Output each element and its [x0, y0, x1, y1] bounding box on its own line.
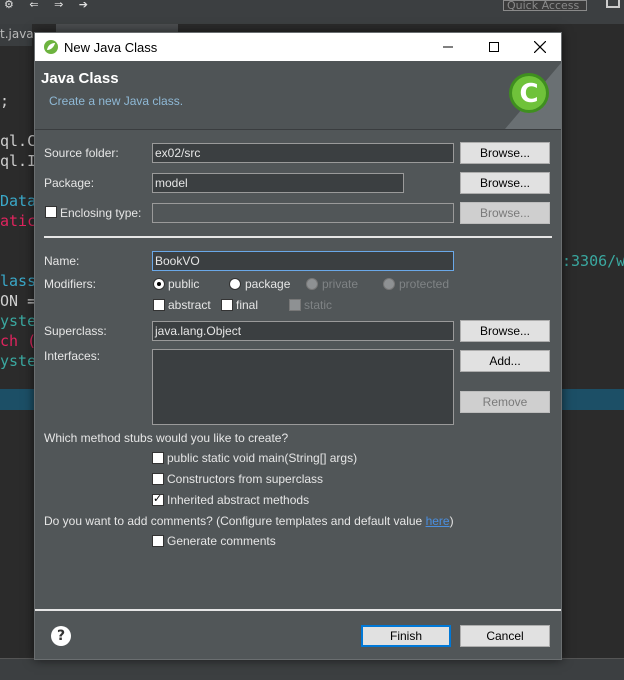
private-radio[interactable]: [306, 278, 318, 290]
code-line: yste: [0, 312, 34, 330]
constructors-checkbox[interactable]: [152, 473, 164, 485]
final-checkbox[interactable]: [221, 299, 233, 311]
banner-description: Create a new Java class.: [49, 94, 184, 108]
comments-question: Do you want to add comments? (Configure …: [44, 514, 454, 528]
help-icon[interactable]: ?: [51, 626, 71, 646]
inherited-methods-label: Inherited abstract methods: [167, 493, 310, 507]
interfaces-list[interactable]: [152, 349, 454, 425]
code-editor-left: ; ql.C ql.I Data atic lass ON = yste ch ( yste: [0, 51, 34, 391]
package-input[interactable]: model: [152, 173, 404, 193]
cancel-button[interactable]: Cancel: [460, 625, 550, 647]
minimize-button[interactable]: [425, 33, 471, 61]
class-name-input[interactable]: BookVO: [152, 251, 454, 271]
generate-comments-label: Generate comments: [167, 534, 276, 548]
finish-button[interactable]: Finish: [361, 625, 451, 647]
footer-divider: [35, 609, 561, 611]
public-radio[interactable]: [153, 278, 165, 290]
constructors-label: Constructors from superclass: [167, 472, 324, 486]
minimize-icon: [443, 46, 453, 48]
banner-divider: [35, 129, 561, 130]
protected-radio[interactable]: [383, 278, 395, 290]
code-editor-right: :3306/w: [562, 252, 624, 270]
code-line: yste: [0, 352, 34, 370]
section-divider: [44, 236, 552, 238]
ide-status-bar: [0, 658, 624, 680]
code-line: ql.I: [0, 152, 34, 170]
interfaces-remove-button[interactable]: Remove: [460, 391, 550, 413]
abstract-checkbox[interactable]: [153, 299, 165, 311]
interfaces-label: Interfaces:: [44, 349, 101, 363]
close-icon: [534, 41, 546, 53]
enclosing-type-browse-button[interactable]: Browse...: [460, 202, 550, 224]
source-folder-input[interactable]: ex02/src: [152, 143, 454, 163]
package-browse-button[interactable]: Browse...: [460, 172, 550, 194]
ide-toolbar: ⚙ ⇐ ⇒ ➔ Quick Access: [0, 0, 624, 24]
protected-radio-label: protected: [399, 277, 450, 291]
enclosing-type-label: Enclosing type:: [60, 206, 142, 220]
banner-title: Java Class: [41, 70, 119, 87]
final-checkbox-label: final: [236, 298, 259, 312]
dialog-banner: Java Class Create a new Java class. C: [35, 61, 561, 129]
spring-leaf-icon: [44, 40, 58, 54]
modifiers-label: Modifiers:: [44, 277, 97, 291]
enclosing-type-checkbox[interactable]: [45, 206, 57, 218]
abstract-checkbox-label: abstract: [168, 298, 211, 312]
code-line: ch (: [0, 332, 34, 350]
new-java-class-dialog: New Java Class Java Class Create a new J…: [34, 32, 562, 660]
comments-question-end: ): [449, 514, 454, 528]
dialog-titlebar: New Java Class: [35, 33, 561, 61]
static-checkbox-label: static: [304, 298, 333, 312]
public-radio-label: public: [168, 277, 200, 291]
maximize-icon: [489, 42, 499, 52]
inherited-methods-checkbox[interactable]: [152, 492, 164, 506]
package-radio-label: package: [245, 277, 291, 291]
svg-text:C: C: [519, 79, 538, 109]
source-folder-browse-button[interactable]: Browse...: [460, 142, 550, 164]
generate-comments-checkbox[interactable]: [152, 535, 164, 547]
superclass-browse-button[interactable]: Browse...: [460, 320, 550, 342]
code-line: lass: [0, 272, 34, 290]
superclass-label: Superclass:: [44, 324, 107, 338]
superclass-input[interactable]: java.lang.Object: [152, 321, 454, 341]
package-radio[interactable]: [229, 278, 241, 290]
perspective-icon[interactable]: [606, 0, 620, 8]
private-radio-label: private: [322, 277, 359, 291]
interfaces-add-button[interactable]: Add...: [460, 350, 550, 372]
editor-tab[interactable]: t.java: [0, 24, 34, 46]
main-method-checkbox[interactable]: [152, 452, 164, 464]
enclosing-type-input[interactable]: [152, 203, 454, 223]
code-line: Data: [0, 192, 34, 210]
code-line: ON =: [0, 292, 34, 310]
comments-question-text: Do you want to add comments? (Configure …: [44, 514, 426, 528]
main-method-label: public static void main(String[] args): [167, 451, 358, 465]
code-line: atic: [0, 212, 34, 230]
code-line: ;: [0, 92, 10, 110]
toolbar-icons[interactable]: ⚙ ⇐ ⇒ ➔: [4, 0, 94, 11]
java-class-wizard-icon: C: [505, 63, 561, 129]
configure-templates-link[interactable]: here: [426, 514, 450, 528]
package-label: Package:: [44, 176, 95, 190]
source-folder-label: Source folder:: [44, 146, 119, 160]
static-checkbox[interactable]: [289, 299, 301, 311]
method-stubs-question: Which method stubs would you like to cre…: [44, 431, 289, 445]
dialog-title: New Java Class: [64, 40, 158, 55]
maximize-button[interactable]: [471, 33, 517, 61]
code-line: ql.C: [0, 132, 34, 150]
quick-access-field[interactable]: Quick Access: [503, 0, 587, 11]
close-button[interactable]: [517, 33, 563, 61]
name-label: Name:: [44, 254, 80, 268]
